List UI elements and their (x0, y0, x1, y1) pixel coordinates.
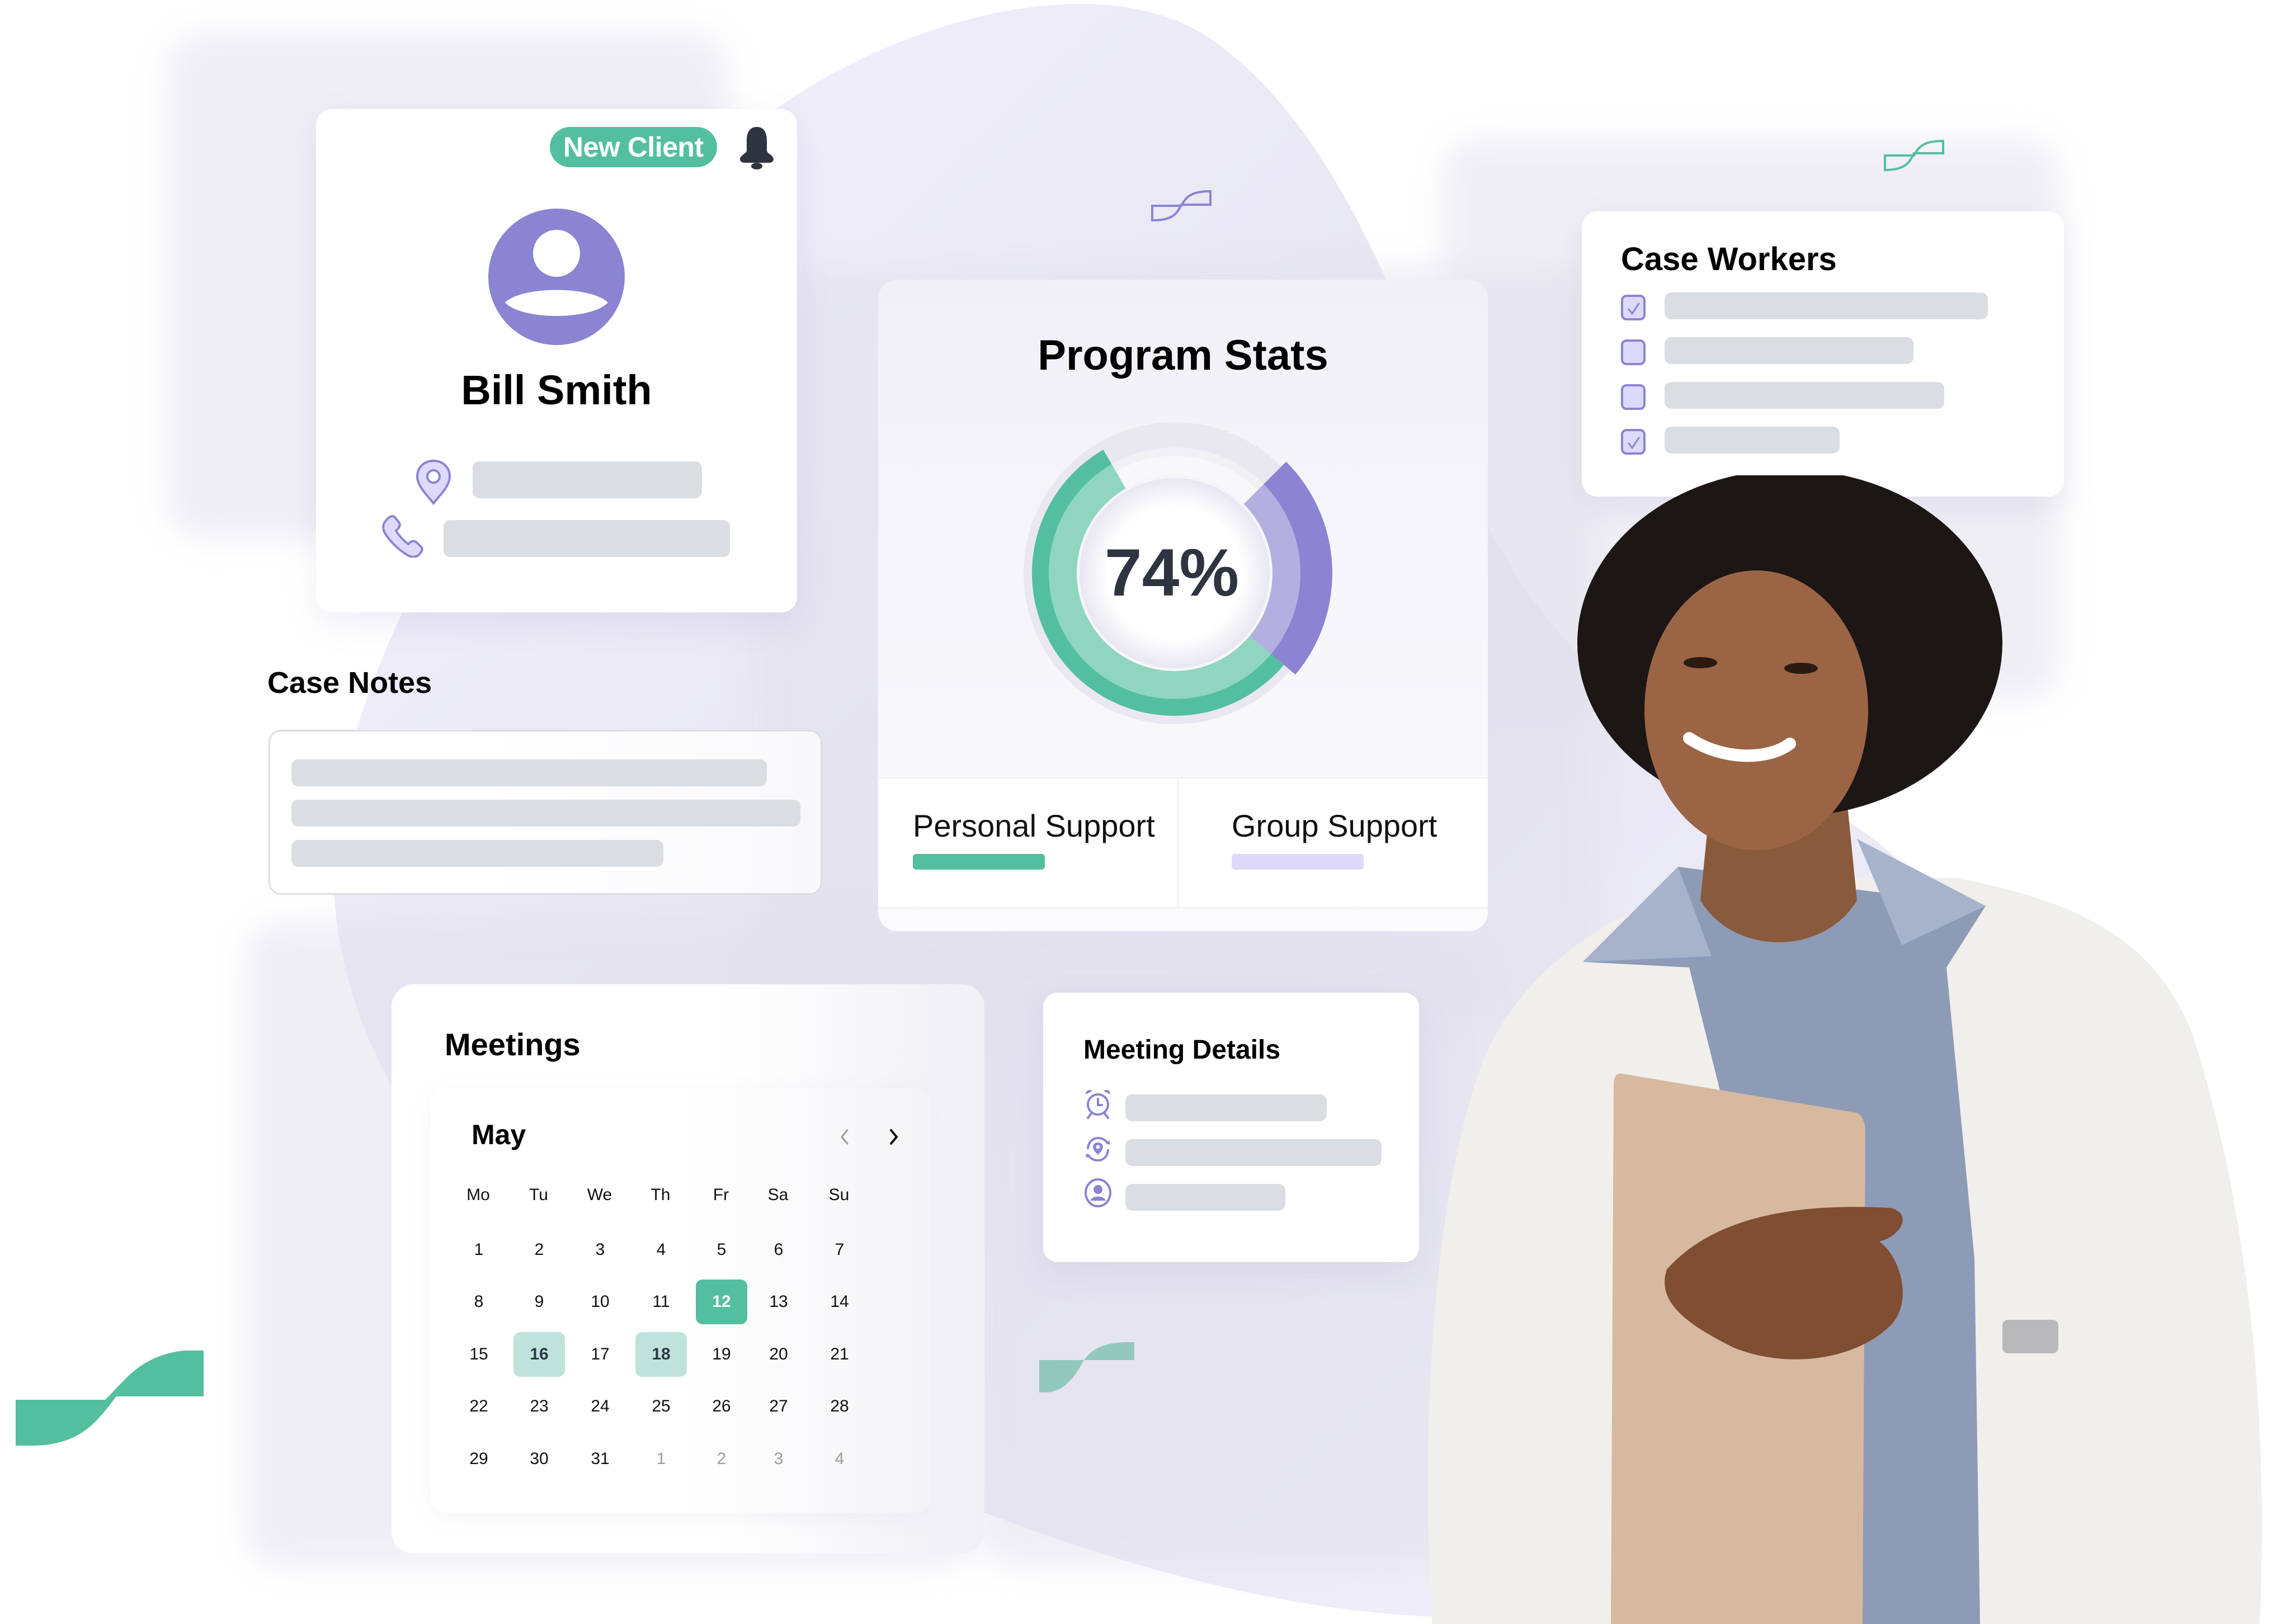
legend-label-personal: Personal Support (913, 808, 1155, 843)
swoosh-purple-outline (1151, 190, 1212, 222)
calendar-day[interactable]: 8 (453, 1280, 505, 1324)
watch (2002, 1320, 2058, 1353)
face (1644, 570, 1868, 850)
phone-placeholder (444, 520, 730, 557)
calendar-day[interactable]: 23 (513, 1384, 565, 1429)
donut-chart: 74% (1024, 422, 1332, 724)
user-circle-icon (1085, 1178, 1111, 1207)
calendar-day[interactable]: 28 (814, 1384, 865, 1429)
swoosh-green-outline (1884, 139, 1944, 172)
address-placeholder (473, 461, 702, 498)
case-workers-card: Case Workers (1582, 211, 2064, 497)
case-notes-title: Case Notes (267, 666, 432, 700)
weekday-header: Sa (767, 1186, 789, 1204)
checkmark-icon (1628, 437, 1640, 449)
meetings-title: Meetings (445, 1027, 581, 1062)
case-notes-box[interactable] (268, 730, 822, 895)
case-worker-checkbox[interactable] (1621, 384, 1646, 410)
bell-icon[interactable] (737, 125, 777, 169)
location-pin-icon (416, 459, 451, 506)
calendar-day[interactable]: 20 (753, 1332, 804, 1377)
client-card[interactable]: New Client Bill Smith (316, 109, 797, 612)
person-photo (1427, 475, 2262, 1624)
legend-swatch-personal (913, 854, 1045, 870)
weekday-header: Th (651, 1186, 671, 1204)
case-worker-name-placeholder (1665, 337, 1913, 364)
calendar-day[interactable]: 14 (814, 1280, 865, 1324)
calendar-day[interactable]: 15 (453, 1332, 505, 1377)
case-worker-checkbox[interactable] (1621, 339, 1646, 365)
calendar-day[interactable]: 2 (513, 1228, 565, 1272)
weekday-header: We (587, 1186, 612, 1204)
calendar-day[interactable]: 13 (753, 1280, 804, 1324)
calendar-day[interactable]: 25 (635, 1384, 687, 1429)
detail-location-placeholder (1125, 1139, 1382, 1166)
calendar-day-muted[interactable]: 2 (696, 1437, 747, 1481)
calendar-day[interactable]: 27 (753, 1384, 804, 1429)
stats-legend: Personal Support Group Support (878, 777, 1488, 908)
meeting-details-title: Meeting Details (1083, 1035, 1281, 1065)
checkmark-icon (1628, 303, 1640, 315)
calendar-day[interactable]: 11 (635, 1280, 687, 1324)
weekday-header: Fr (713, 1186, 729, 1204)
location-sync-icon (1086, 1136, 1110, 1162)
calendar-day[interactable]: 6 (753, 1228, 804, 1272)
chevron-right-icon[interactable] (885, 1126, 902, 1148)
calendar-day[interactable]: 29 (453, 1437, 505, 1481)
detail-time-placeholder (1125, 1094, 1327, 1121)
donut-center-value: 74% (1105, 535, 1239, 610)
calendar-day[interactable]: 26 (696, 1384, 747, 1429)
calendar-day-event[interactable]: 18 (635, 1332, 687, 1377)
calendar-day[interactable]: 4 (635, 1228, 687, 1272)
calendar-day[interactable]: 24 (574, 1384, 626, 1429)
program-stats-card: Program Stats 74% Personal Support Group… (878, 280, 1488, 931)
calendar-day[interactable]: 21 (814, 1332, 865, 1377)
calendar-day[interactable]: 19 (696, 1332, 747, 1377)
calendar-day[interactable]: 31 (574, 1437, 626, 1481)
calendar-day[interactable]: 7 (814, 1228, 865, 1272)
legend-swatch-group (1232, 854, 1364, 870)
meetings-card: Meetings May Mo Tu We Th Fr Sa Su 1 2 3 4 5 6 7 8 9 10 11… (392, 984, 984, 1554)
case-workers-title: Case Workers (1621, 241, 1837, 277)
phone-icon (382, 515, 423, 558)
case-worker-checkbox[interactable] (1621, 429, 1646, 455)
note-line (291, 759, 767, 786)
calendar-day-event[interactable]: 16 (513, 1332, 565, 1377)
new-client-badge: New Client (550, 127, 717, 167)
calendar-day[interactable]: 17 (574, 1332, 626, 1377)
weekday-header: Mo (466, 1186, 490, 1204)
swoosh-green-small (1039, 1342, 1134, 1392)
calendar-day-muted[interactable]: 3 (753, 1437, 804, 1481)
calendar-day[interactable]: 30 (513, 1437, 565, 1481)
avatar-icon (488, 209, 625, 345)
case-worker-name-placeholder (1665, 292, 1988, 319)
calendar-day[interactable]: 1 (453, 1228, 505, 1272)
calendar-day[interactable]: 22 (453, 1384, 505, 1429)
calendar-day-selected[interactable]: 12 (696, 1280, 747, 1324)
stats-title: Program Stats (1038, 332, 1328, 379)
detail-attendee-placeholder (1125, 1184, 1285, 1211)
calendar-month: May (472, 1119, 526, 1150)
note-line (291, 800, 800, 827)
case-worker-name-placeholder (1665, 427, 1840, 454)
swoosh-green-large (16, 1351, 204, 1446)
calendar-day[interactable]: 5 (696, 1228, 747, 1272)
calendar-day[interactable]: 3 (574, 1228, 626, 1272)
weekday-header: Su (828, 1186, 850, 1204)
client-name: Bill Smith (461, 367, 652, 413)
legend-divider (1177, 778, 1179, 907)
note-line (291, 840, 663, 867)
calendar-day[interactable]: 9 (513, 1280, 565, 1324)
meeting-details-card: Meeting Details (1043, 993, 1419, 1262)
calendar-day-muted[interactable]: 1 (635, 1437, 687, 1481)
alarm-clock-icon (1086, 1090, 1110, 1119)
chevron-left-icon[interactable] (836, 1126, 853, 1148)
calendar-day-muted[interactable]: 4 (814, 1437, 865, 1481)
calendar: May Mo Tu We Th Fr Sa Su 1 2 3 4 5 6 7 8 9 10 11 12 13 14 15 1… (431, 1088, 931, 1513)
case-worker-checkbox[interactable] (1621, 295, 1646, 320)
weekday-header: Tu (529, 1186, 548, 1204)
calendar-day[interactable]: 10 (574, 1280, 626, 1324)
case-worker-name-placeholder (1665, 382, 1944, 409)
